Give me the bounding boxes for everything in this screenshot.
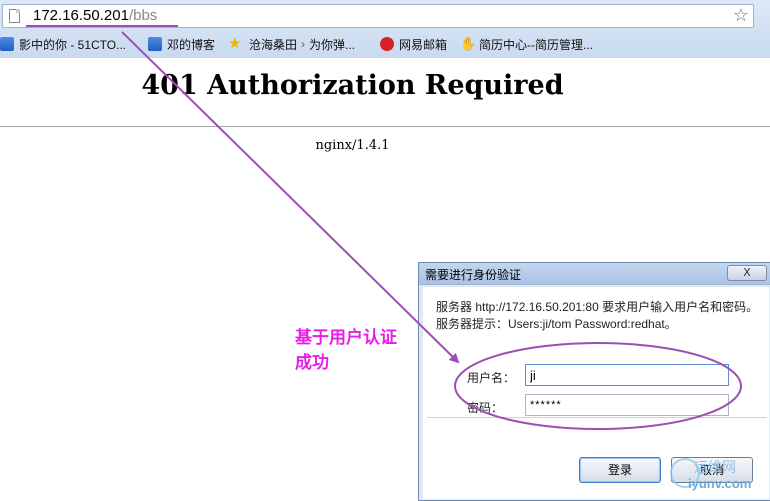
password-input[interactable] bbox=[525, 394, 729, 416]
star-icon: ★ bbox=[228, 35, 242, 52]
bookmark-item-blog[interactable]: 邓的博客 bbox=[148, 35, 215, 53]
bookmark-item-51cto[interactable]: 影中的你 - 51CTO... bbox=[0, 35, 126, 53]
dialog-title: 需要进行身份验证 bbox=[425, 268, 522, 282]
bookmark-label: 简历中心--简历管理... bbox=[479, 37, 593, 52]
server-version: nginx/1.4.1 bbox=[315, 138, 390, 153]
chevron-right-icon: › bbox=[301, 37, 306, 51]
url-host: 172.16.50.201 bbox=[33, 7, 129, 24]
bookmark-favicon-icon bbox=[148, 37, 162, 51]
browser-chrome: 172.16.50.201/bbs ☆ 影中的你 - 51CTO... 邓的博客… bbox=[0, 0, 770, 58]
bookmark-item-163mail[interactable]: 网易邮箱 bbox=[380, 35, 447, 53]
url-text[interactable]: 172.16.50.201/bbs bbox=[33, 7, 157, 24]
bookmark-label: 沧海桑田 bbox=[249, 37, 298, 52]
dialog-titlebar[interactable]: 需要进行身份验证 X bbox=[419, 263, 770, 285]
address-bar[interactable]: 172.16.50.201/bbs ☆ bbox=[2, 4, 754, 28]
bookmarks-bar: 影中的你 - 51CTO... 邓的博客 ★ 沧海桑田 › 为你弹... 网易邮… bbox=[0, 33, 770, 57]
bookmark-item-resume[interactable]: ✋ 简历中心--简历管理... bbox=[460, 35, 593, 53]
bookmark-label-extra: 为你弹... bbox=[309, 37, 356, 52]
bookmark-label: 网易邮箱 bbox=[399, 37, 448, 52]
dialog-divider bbox=[427, 417, 767, 418]
watermark-en: iyunv.com bbox=[688, 476, 752, 491]
watermark-logo: 运维网 iyunv.com bbox=[668, 456, 768, 496]
login-button[interactable]: 登录 bbox=[579, 457, 661, 483]
password-label: 密码： bbox=[467, 401, 504, 415]
watermark-cn: 运维网 bbox=[694, 460, 736, 476]
page-title: 401 Authorization Required bbox=[141, 70, 564, 101]
bookmark-label: 邓的博客 bbox=[167, 37, 216, 52]
bookmark-favicon-icon bbox=[0, 37, 14, 51]
close-button[interactable]: X bbox=[727, 265, 767, 281]
bookmark-label: 影中的你 - 51CTO... bbox=[19, 37, 127, 52]
page-icon bbox=[9, 9, 20, 23]
divider bbox=[0, 126, 770, 127]
netease-mail-icon bbox=[380, 37, 394, 51]
url-path: /bbs bbox=[128, 7, 158, 24]
bookmark-star-icon[interactable]: ☆ bbox=[733, 5, 749, 26]
bookmark-item-canghai[interactable]: ★ 沧海桑田 › 为你弹... bbox=[228, 35, 355, 53]
hand-icon: ✋ bbox=[460, 36, 477, 51]
username-label: 用户名： bbox=[467, 371, 516, 385]
annotation-text: 基于用户认证成功 bbox=[295, 328, 397, 373]
username-input[interactable] bbox=[525, 364, 729, 386]
dialog-message: 服务器 http://172.16.50.201:80 要求用户输入用户名和密码… bbox=[436, 300, 759, 331]
